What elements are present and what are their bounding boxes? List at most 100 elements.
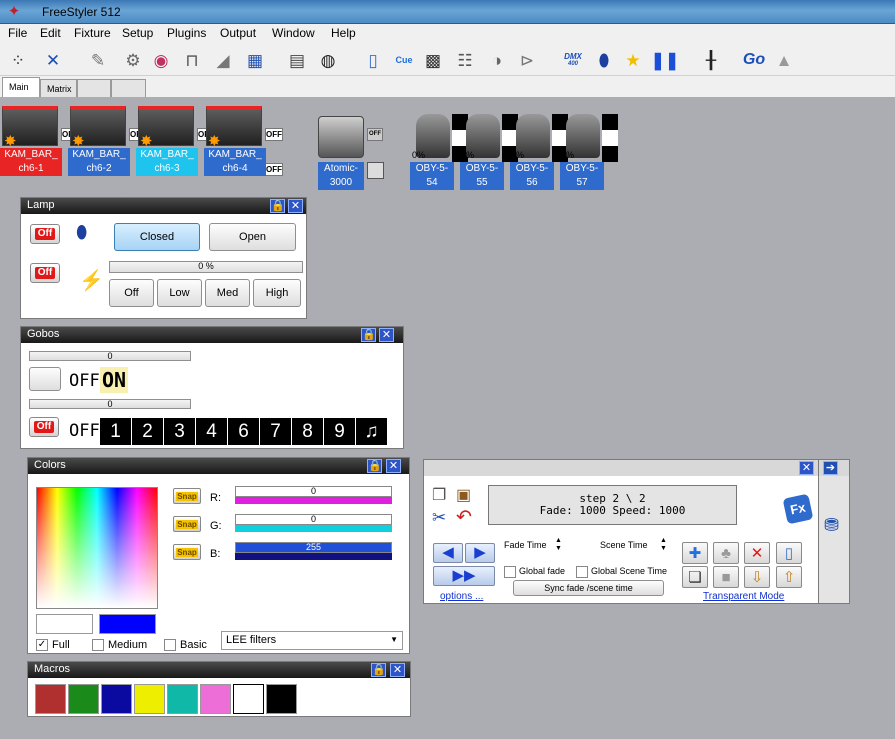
- macros-panel-header[interactable]: Macros 🔒 ✕: [28, 662, 410, 678]
- global-fade-checkbox[interactable]: [504, 566, 516, 578]
- spotlight-icon[interactable]: ⊳: [515, 47, 539, 73]
- faders-icon[interactable]: ☷: [453, 47, 477, 73]
- lamp-low-button[interactable]: Low: [157, 279, 202, 307]
- lock-icon[interactable]: 🔒: [270, 199, 285, 213]
- prev-step-button[interactable]: ◀: [433, 543, 463, 563]
- color-wheel-icon[interactable]: ◉: [149, 47, 173, 73]
- close-icon[interactable]: ✕: [390, 663, 405, 677]
- shutter-closed-button[interactable]: Closed: [114, 223, 200, 251]
- undo-icon[interactable]: ↶: [456, 506, 472, 529]
- copy-scene-icon[interactable]: ❏: [682, 566, 708, 588]
- export-icon[interactable]: ➔: [823, 461, 838, 475]
- snap-g-button[interactable]: Snap: [173, 516, 201, 532]
- lock-icon[interactable]: 🔒: [361, 328, 376, 342]
- dmx-device-icon[interactable]: ▤: [285, 47, 309, 73]
- 3d-visualizer-icon[interactable]: ◍: [316, 47, 340, 73]
- gobo-off-button[interactable]: Off: [29, 417, 59, 437]
- stop-scene-icon[interactable]: ■: [713, 566, 739, 588]
- ramp-icon[interactable]: ◢: [211, 47, 235, 73]
- gobo-tile-4[interactable]: 4: [196, 418, 227, 445]
- fixtures-scatter-icon[interactable]: ⁘: [6, 47, 30, 73]
- close-icon[interactable]: ✕: [288, 199, 303, 213]
- lamp-panel-header[interactable]: Lamp 🔒 ✕: [21, 198, 306, 214]
- delete-scene-icon[interactable]: ✕: [744, 542, 770, 564]
- speaker-icon[interactable]: ◑: [485, 47, 509, 73]
- go-button[interactable]: Go: [738, 47, 770, 73]
- macro-swatch[interactable]: [68, 684, 99, 714]
- transparent-mode-link[interactable]: Transparent Mode: [703, 591, 784, 602]
- macro-swatch[interactable]: [266, 684, 297, 714]
- medium-checkbox[interactable]: [92, 639, 104, 651]
- lamp-med-button[interactable]: Med: [205, 279, 250, 307]
- menu-file[interactable]: File: [8, 26, 27, 40]
- add-scene-icon[interactable]: ✚: [682, 542, 708, 564]
- gobo-tile-7[interactable]: 7: [260, 418, 291, 445]
- new-document-icon[interactable]: ▯: [361, 47, 385, 73]
- menu-output[interactable]: Output: [220, 26, 256, 40]
- colors-panel-header[interactable]: Colors 🔒 ✕: [28, 458, 409, 474]
- network-icon[interactable]: ⛃: [824, 515, 839, 536]
- tab-matrix[interactable]: Matrix: [40, 79, 77, 98]
- gobo-tile-2[interactable]: 2: [132, 418, 163, 445]
- macro-swatch[interactable]: [233, 684, 264, 714]
- lamp-off-button-2[interactable]: Off: [30, 263, 60, 283]
- scene-time-spinner[interactable]: ▲ ▼: [660, 537, 667, 553]
- menu-setup[interactable]: Setup: [122, 26, 153, 40]
- gear-icon[interactable]: ⚙: [121, 47, 145, 73]
- select-tool-icon[interactable]: ✕: [41, 47, 65, 73]
- close-icon[interactable]: ✕: [386, 459, 401, 473]
- load-scene-icon[interactable]: ⇩: [744, 566, 770, 588]
- filter-select[interactable]: LEE filters ▼: [221, 631, 403, 650]
- master-fader-icon[interactable]: ╂: [699, 47, 723, 73]
- paste-icon[interactable]: ▣: [456, 485, 471, 505]
- pause-icon[interactable]: ❚❚: [651, 47, 680, 73]
- cut-icon[interactable]: ✂: [432, 508, 446, 528]
- color-picker-area[interactable]: [36, 487, 158, 609]
- lamp-tool-icon[interactable]: ✎: [86, 47, 110, 73]
- gobo-tile-3[interactable]: 3: [164, 418, 195, 445]
- tab-main[interactable]: Main: [2, 77, 40, 98]
- close-icon[interactable]: ✕: [379, 328, 394, 342]
- macro-swatch[interactable]: [101, 684, 132, 714]
- global-scene-time-checkbox[interactable]: [576, 566, 588, 578]
- group-scene-icon[interactable]: ♣: [713, 542, 739, 564]
- menu-help[interactable]: Help: [331, 26, 356, 40]
- favorite-star-icon[interactable]: ★: [621, 47, 645, 73]
- gobos-panel-header[interactable]: Gobos 🔒 ✕: [21, 327, 403, 343]
- macro-swatch[interactable]: [35, 684, 66, 714]
- snap-b-button[interactable]: Snap: [173, 544, 201, 560]
- gobo-blank-button[interactable]: [29, 367, 61, 391]
- gobo-off-label-2[interactable]: OFF: [69, 421, 100, 441]
- basic-checkbox[interactable]: [164, 639, 176, 651]
- dmx-400-icon[interactable]: DMX 400: [559, 47, 587, 73]
- gobo-off-label[interactable]: OFF: [69, 371, 100, 391]
- lamp-off-level-button[interactable]: Off: [109, 279, 154, 307]
- tab-blank-1[interactable]: [77, 79, 111, 98]
- next-step-button[interactable]: ▶: [465, 543, 495, 563]
- cue-list-icon[interactable]: Cue: [392, 47, 416, 73]
- menu-plugins[interactable]: Plugins: [167, 26, 206, 40]
- gobo-slider-2[interactable]: 0: [29, 399, 191, 409]
- lamp-off-button[interactable]: Off: [30, 224, 60, 244]
- lock-icon[interactable]: 🔒: [371, 663, 386, 677]
- sync-fade-button[interactable]: Sync fade /scene time: [513, 580, 664, 596]
- truss-icon[interactable]: ⊓: [180, 47, 204, 73]
- gobo-tile-9[interactable]: 9: [324, 418, 355, 445]
- tab-blank-2[interactable]: [111, 79, 146, 98]
- shutter-open-button[interactable]: Open: [209, 223, 296, 251]
- menu-window[interactable]: Window: [272, 26, 315, 40]
- macro-swatch[interactable]: [167, 684, 198, 714]
- macro-swatch[interactable]: [134, 684, 165, 714]
- options-link[interactable]: options ...: [440, 591, 483, 602]
- fast-forward-button[interactable]: ▶▶: [433, 566, 495, 586]
- copy-icon[interactable]: ❐: [432, 485, 446, 505]
- close-icon[interactable]: ✕: [799, 461, 814, 475]
- gobo-tile-music[interactable]: ♫: [356, 418, 387, 445]
- menu-fixture[interactable]: Fixture: [74, 26, 111, 40]
- lamp-high-button[interactable]: High: [253, 279, 301, 307]
- patch-grid-icon[interactable]: ▩: [421, 47, 445, 73]
- snap-r-button[interactable]: Snap: [173, 488, 201, 504]
- gobo-tile-6[interactable]: 6: [228, 418, 259, 445]
- save-scene-icon[interactable]: ⇧: [776, 566, 802, 588]
- lock-icon[interactable]: 🔒: [367, 459, 382, 473]
